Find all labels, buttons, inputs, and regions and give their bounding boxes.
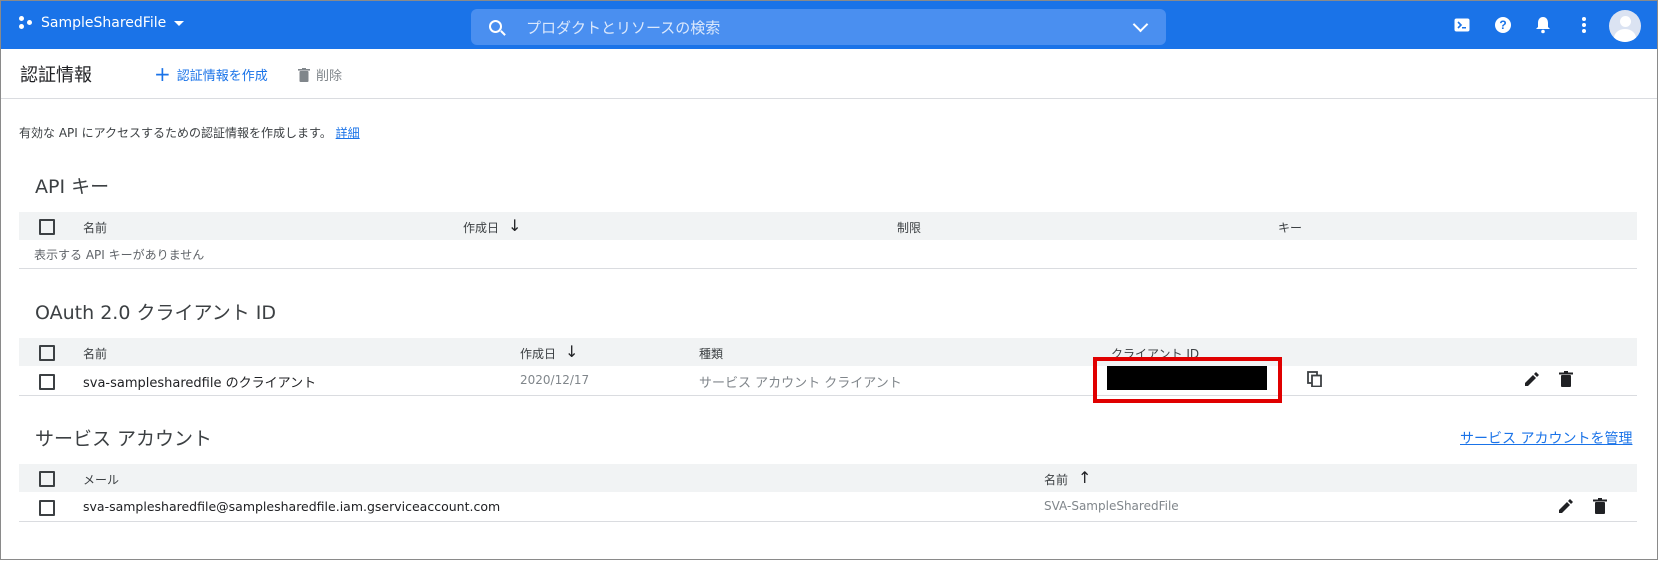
project-icon bbox=[19, 16, 33, 30]
notifications-icon[interactable] bbox=[1533, 15, 1553, 35]
select-all-checkbox[interactable] bbox=[39, 345, 55, 361]
edit-icon[interactable] bbox=[1557, 498, 1575, 516]
client-type: サービス アカウント クライアント bbox=[699, 376, 902, 391]
edit-icon[interactable] bbox=[1523, 371, 1541, 389]
learn-more-link[interactable]: 詳細 bbox=[336, 126, 360, 140]
col-name: 名前 bbox=[83, 347, 108, 361]
col-email: メール bbox=[83, 473, 120, 487]
project-name: SampleSharedFile bbox=[41, 15, 167, 31]
row-checkbox[interactable] bbox=[39, 500, 55, 516]
select-all-checkbox[interactable] bbox=[39, 219, 55, 235]
delete-button[interactable]: 削除 bbox=[298, 65, 342, 84]
terminal-icon[interactable] bbox=[1452, 15, 1472, 35]
plus-icon: + bbox=[154, 62, 171, 86]
page-header: 認証情報 + 認証情報を作成 削除 bbox=[1, 49, 1657, 99]
api-keys-table-header: 名前 作成日 ↓ 制限 キー bbox=[19, 212, 1637, 240]
col-created[interactable]: 作成日 bbox=[463, 219, 499, 236]
trash-icon bbox=[298, 67, 310, 82]
api-keys-empty-row: 表示する API キーがありません bbox=[19, 240, 1637, 269]
table-row[interactable]: sva-samplesharedfile@samplesharedfile.ia… bbox=[19, 492, 1637, 522]
select-all-checkbox[interactable] bbox=[39, 471, 55, 487]
intro-description: 有効な API にアクセスするための認証情報を作成します。 bbox=[19, 126, 332, 140]
chevron-down-icon[interactable] bbox=[1132, 16, 1149, 33]
oauth-table-header: 名前 作成日 ↓ 種類 クライアント ID bbox=[19, 338, 1637, 366]
sort-arrow-up-icon[interactable]: ↑ bbox=[1078, 470, 1092, 486]
top-bar: SampleSharedFile プロダクトとリソースの検索 ? bbox=[1, 1, 1657, 49]
create-credentials-label: 認証情報を作成 bbox=[176, 69, 268, 84]
api-keys-title: API キー bbox=[35, 176, 110, 198]
intro-text: 有効な API にアクセスするための認証情報を作成します。 詳細 bbox=[19, 124, 360, 141]
search-icon bbox=[489, 20, 502, 33]
chevron-down-icon bbox=[174, 20, 185, 26]
highlight-box bbox=[1093, 357, 1282, 403]
account-avatar[interactable] bbox=[1609, 10, 1641, 42]
project-selector[interactable]: SampleSharedFile bbox=[19, 15, 185, 31]
service-accounts-title: サービス アカウント bbox=[35, 428, 213, 450]
sort-arrow-down-icon[interactable]: ↓ bbox=[508, 218, 522, 234]
col-name: 名前 bbox=[83, 221, 108, 235]
trash-icon[interactable] bbox=[1593, 498, 1611, 516]
copy-icon[interactable] bbox=[1307, 371, 1325, 389]
search-bar[interactable]: プロダクトとリソースの検索 bbox=[471, 9, 1166, 45]
trash-icon[interactable] bbox=[1559, 371, 1577, 389]
manage-service-accounts-link[interactable]: サービス アカウントを管理 bbox=[1460, 428, 1632, 448]
svg-text:?: ? bbox=[1499, 18, 1506, 32]
sort-arrow-down-icon[interactable]: ↓ bbox=[565, 344, 579, 360]
empty-message: 表示する API キーがありません bbox=[34, 248, 205, 262]
service-account-email[interactable]: sva-samplesharedfile@samplesharedfile.ia… bbox=[83, 499, 500, 514]
col-restrictions: 制限 bbox=[897, 221, 922, 235]
col-key: キー bbox=[1278, 221, 1303, 235]
col-type: 種類 bbox=[699, 347, 724, 361]
page-title: 認証情報 bbox=[20, 65, 92, 86]
row-checkbox[interactable] bbox=[39, 374, 55, 390]
create-credentials-button[interactable]: + 認証情報を作成 bbox=[154, 62, 268, 86]
service-account-name: SVA-SampleSharedFile bbox=[1044, 499, 1179, 513]
search-placeholder: プロダクトとリソースの検索 bbox=[526, 19, 721, 37]
client-created: 2020/12/17 bbox=[520, 373, 590, 387]
table-row[interactable]: sva-samplesharedfile のクライアント 2020/12/17 … bbox=[19, 366, 1637, 396]
help-icon[interactable]: ? bbox=[1493, 15, 1513, 35]
more-vert-icon[interactable] bbox=[1574, 15, 1594, 35]
delete-label: 削除 bbox=[316, 69, 343, 84]
client-name[interactable]: sva-samplesharedfile のクライアント bbox=[83, 372, 316, 391]
service-accounts-table-header: メール 名前 ↑ bbox=[19, 464, 1637, 492]
col-created[interactable]: 作成日 bbox=[520, 345, 556, 362]
oauth-title: OAuth 2.0 クライアント ID bbox=[35, 302, 276, 324]
col-name[interactable]: 名前 bbox=[1044, 471, 1068, 488]
